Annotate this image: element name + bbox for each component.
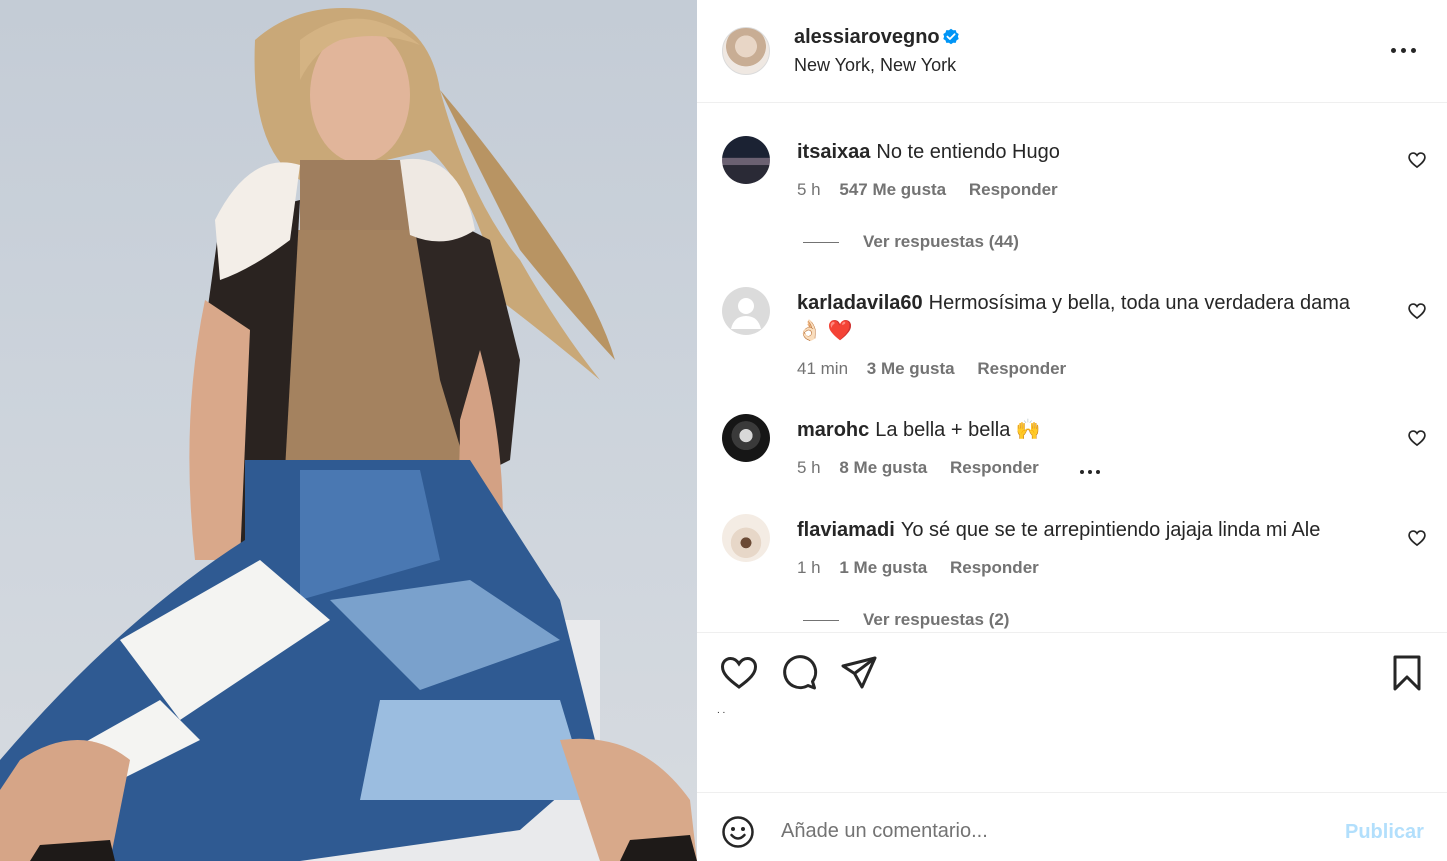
commenter-avatar[interactable] [722, 136, 770, 184]
reply-button[interactable]: Responder [950, 458, 1039, 477]
comment-text: Yo sé que se te arrepintiendo jajaja lin… [900, 519, 1321, 541]
comment-username[interactable]: itsaixaa [797, 141, 870, 163]
commenter-avatar[interactable] [722, 287, 770, 335]
view-replies-button[interactable]: Ver respuestas (44) [803, 232, 1019, 252]
comment-meta: 5 h 8 Me gusta Responder [797, 458, 1118, 479]
comment-likes[interactable]: 547 Me gusta [839, 180, 946, 199]
reply-button[interactable]: Responder [969, 180, 1058, 199]
post-detail-panel: alessiarovegno New York, New York itsaix… [697, 0, 1447, 861]
comment-body: flaviamadi Yo sé que se te arrepintiendo … [797, 516, 1397, 544]
comment-text: No te entiendo Hugo [876, 141, 1060, 163]
more-options-icon[interactable] [1391, 46, 1419, 56]
comment-text: Hermosísima y bella, toda una verdadera … [928, 292, 1350, 314]
default-avatar-icon [731, 298, 761, 329]
comment-username[interactable]: marohc [797, 419, 869, 441]
comment-icon[interactable] [779, 653, 819, 693]
emoji-icon[interactable] [721, 815, 755, 849]
comment-username[interactable]: flaviamadi [797, 519, 895, 541]
view-replies-button[interactable]: Ver respuestas (2) [803, 610, 1009, 630]
view-replies-label: Ver respuestas (2) [863, 610, 1010, 629]
share-icon[interactable] [839, 653, 879, 693]
bookmark-icon[interactable] [1387, 653, 1427, 693]
view-replies-label: Ver respuestas (44) [863, 232, 1019, 251]
comment-emojis: 👌🏻 ❤️ [797, 320, 853, 342]
comment-heart-icon[interactable] [1407, 150, 1427, 170]
comment-time[interactable]: 5 h [797, 180, 821, 199]
add-comment-bar: Publicar [697, 792, 1447, 861]
comment-likes[interactable]: 3 Me gusta [867, 359, 955, 378]
photo-illustration [0, 8, 697, 861]
comment-options-icon[interactable] [1079, 459, 1104, 479]
author-avatar[interactable] [722, 27, 770, 75]
comment-time[interactable]: 5 h [797, 458, 821, 477]
comment-meta: 1 h 1 Me gusta Responder [797, 558, 1057, 578]
post-header: alessiarovegno New York, New York [697, 0, 1447, 103]
post-location[interactable]: New York, New York [794, 55, 956, 76]
commenter-avatar[interactable] [722, 414, 770, 462]
comments-list[interactable]: itsaixaa No te entiendo Hugo 5 h 547 Me g… [697, 104, 1447, 632]
comment-likes[interactable]: 8 Me gusta [839, 458, 927, 477]
comment-text: La bella + bella 🙌 [875, 419, 1041, 441]
commenter-avatar[interactable] [722, 514, 770, 562]
comment-meta: 5 h 547 Me gusta Responder [797, 180, 1076, 200]
comment-heart-icon[interactable] [1407, 528, 1427, 548]
likes-placeholder: . . [717, 705, 726, 716]
comment-body: itsaixaa No te entiendo Hugo [797, 138, 1397, 166]
author-username[interactable]: alessiarovegno [794, 26, 940, 49]
comment-body: karladavila60 Hermosísima y bella, toda u… [797, 289, 1397, 345]
comment-body: marohc La bella + bella 🙌 [797, 416, 1397, 444]
comment-heart-icon[interactable] [1407, 428, 1427, 448]
reply-button[interactable]: Responder [977, 359, 1066, 378]
reply-button[interactable]: Responder [950, 558, 1039, 577]
post-actions: . . [697, 632, 1447, 792]
comment-time[interactable]: 41 min [797, 359, 848, 378]
verified-badge-icon [943, 28, 959, 45]
comment-heart-icon[interactable] [1407, 301, 1427, 321]
post-photo [0, 0, 697, 861]
comment-meta: 41 min 3 Me gusta Responder [797, 359, 1084, 379]
comment-time[interactable]: 1 h [797, 558, 821, 577]
publish-button[interactable]: Publicar [1345, 821, 1424, 844]
comment-input[interactable] [781, 815, 1321, 847]
heart-icon[interactable] [719, 653, 759, 693]
comment-likes[interactable]: 1 Me gusta [839, 558, 927, 577]
comment-username[interactable]: karladavila60 [797, 292, 923, 314]
